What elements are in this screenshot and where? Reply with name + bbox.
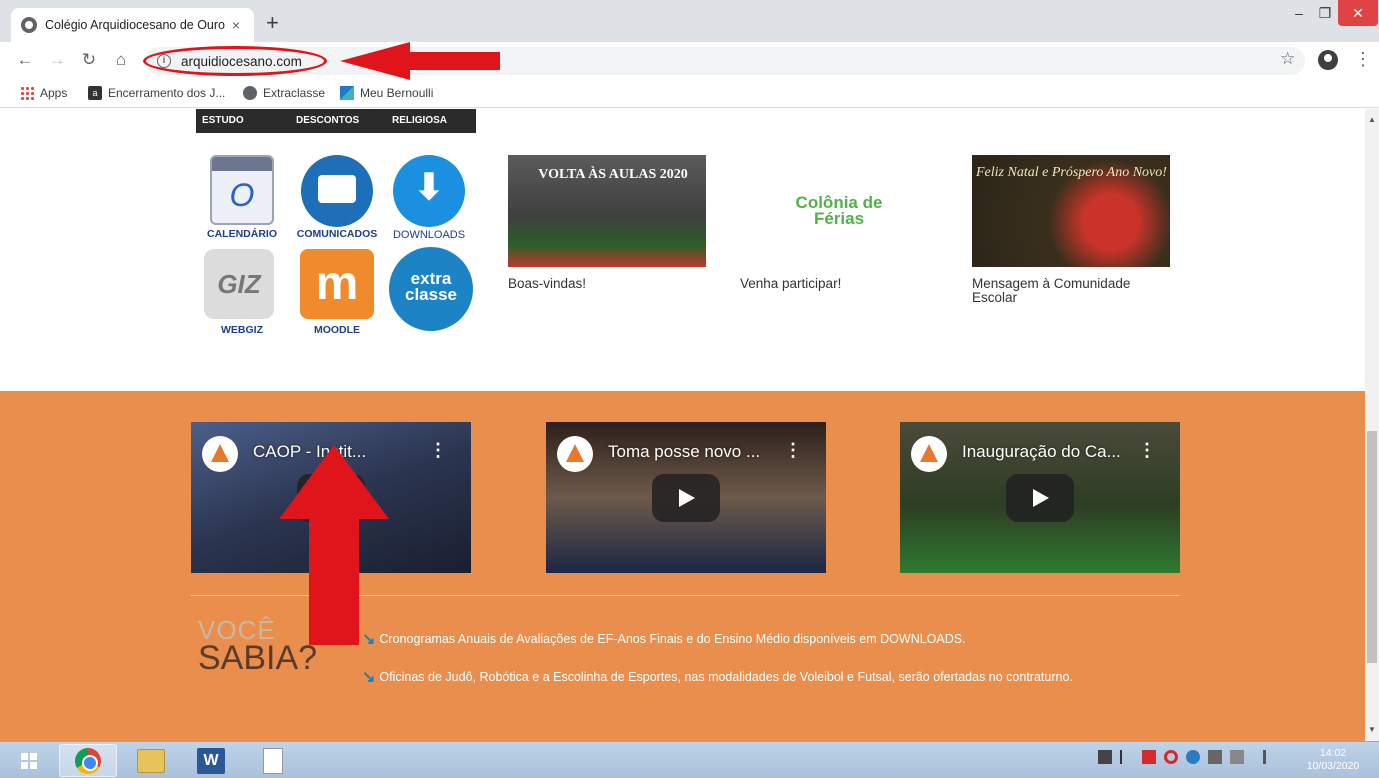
globe-icon	[21, 17, 37, 33]
bookmark-star-icon[interactable]: ☆	[1280, 49, 1295, 69]
video-menu-icon[interactable]: ⋮	[784, 440, 802, 461]
arrow-icon: ↘	[362, 669, 376, 686]
moodle-link[interactable]: MOODLE	[297, 324, 377, 336]
news-card[interactable]: Colônia de Férias Venha participar!	[740, 155, 938, 291]
moodle-icon[interactable]: m	[300, 249, 374, 319]
menu-estudo[interactable]: ESTUDO	[202, 115, 244, 126]
news-caption[interactable]: Boas-vindas!	[508, 277, 706, 291]
webgiz-link[interactable]: WEBGIZ	[202, 324, 282, 336]
comunicados-link[interactable]: COMUNICADOS	[290, 228, 384, 240]
menu-religiosa[interactable]: RELIGIOSA	[392, 115, 447, 126]
globe-icon	[243, 86, 257, 100]
video-title[interactable]: Inauguração do Ca...	[962, 442, 1121, 462]
clock[interactable]: 14:02 10/03/2020	[1300, 747, 1366, 773]
video-embed[interactable]: Inauguração do Ca... ⋮	[900, 422, 1180, 573]
tip-item[interactable]: ↘ Oficinas de Judô, Robótica e a Escolin…	[362, 667, 1073, 687]
profile-icon[interactable]	[1318, 50, 1338, 70]
top-menu-strip: ESTUDO DESCONTOS RELIGIOSA	[196, 109, 476, 133]
scroll-thumb[interactable]	[1367, 431, 1377, 663]
system-tray	[1098, 750, 1266, 764]
bookmark-meu-bernoulli[interactable]: Meu Bernoulli	[340, 86, 433, 100]
minimize-button[interactable]: –	[1286, 0, 1312, 26]
browser-tab[interactable]: Colégio Arquidiocesano de Ouro ×	[11, 8, 254, 42]
scroll-up-icon[interactable]: ▲	[1368, 115, 1376, 124]
taskbar-explorer[interactable]	[124, 744, 178, 777]
b-app-icon[interactable]	[1142, 750, 1156, 764]
news-caption[interactable]: Mensagem à Comunidade Escolar	[972, 277, 1170, 305]
play-button[interactable]	[652, 474, 720, 522]
downloads-link[interactable]: DOWNLOADS	[385, 229, 473, 241]
comunicados-icon[interactable]	[301, 155, 373, 227]
browser-menu-icon[interactable]: ⋮	[1354, 49, 1372, 70]
opera-icon[interactable]	[1164, 750, 1178, 764]
maximize-button[interactable]: ❐	[1312, 0, 1338, 26]
taskbar-file[interactable]	[246, 744, 300, 777]
play-button[interactable]	[1006, 474, 1074, 522]
battery-icon[interactable]	[1208, 750, 1222, 764]
page-scrollbar[interactable]: ▲ ▼	[1365, 109, 1379, 741]
screen: Colégio Arquidiocesano de Ouro × + – ❐ ✕…	[0, 0, 1379, 778]
red-arrow-up-annotation	[279, 445, 389, 645]
video-menu-icon[interactable]: ⋮	[1138, 440, 1156, 461]
bookmark-apps[interactable]: Apps	[20, 86, 67, 100]
browser-tab-strip: Colégio Arquidiocesano de Ouro × + – ❐ ✕	[0, 0, 1379, 42]
video-embed[interactable]: Toma posse novo ... ⋮	[546, 422, 826, 573]
webgiz-icon[interactable]: GIZ	[204, 249, 274, 319]
home-button[interactable]: ⌂	[110, 50, 132, 70]
news-card[interactable]: VOLTA ÀS AULAS 2020 Boas-vindas!	[508, 155, 706, 291]
channel-logo[interactable]	[911, 436, 947, 472]
channel-logo[interactable]	[557, 436, 593, 472]
close-window-button[interactable]: ✕	[1338, 0, 1378, 26]
file-icon	[263, 747, 283, 774]
news-image[interactable]: VOLTA ÀS AULAS 2020	[508, 155, 706, 267]
web-page: ESTUDO DESCONTOS RELIGIOSA O CALENDÁRIO …	[0, 109, 1365, 741]
video-menu-icon[interactable]: ⋮	[429, 440, 447, 461]
volume-icon[interactable]	[1252, 750, 1266, 764]
windows-taskbar: W 14:02 10/03/2020	[0, 741, 1379, 778]
chrome-icon	[75, 747, 101, 774]
news-card[interactable]: Feliz Natal e Próspero Ano Novo! Mensage…	[972, 155, 1170, 305]
news-image[interactable]: Feliz Natal e Próspero Ano Novo!	[972, 155, 1170, 267]
start-button[interactable]	[6, 744, 52, 777]
calendario-link[interactable]: CALENDÁRIO	[202, 228, 282, 240]
tab-title: Colégio Arquidiocesano de Ouro	[45, 18, 225, 32]
taskbar-chrome[interactable]	[59, 744, 117, 777]
bernoulli-icon	[340, 86, 354, 100]
bookmarks-bar: Apps a Encerramento dos J... Extraclasse…	[0, 80, 1379, 108]
network-app-icon[interactable]	[1186, 750, 1200, 764]
forward-button[interactable]: →	[46, 50, 68, 70]
a-icon: a	[88, 86, 102, 100]
extraclasse-icon[interactable]: extra classe	[389, 247, 473, 331]
scroll-down-icon[interactable]: ▼	[1368, 725, 1376, 734]
network-icon[interactable]	[1230, 750, 1244, 764]
folder-icon	[137, 748, 165, 773]
keyboard-icon[interactable]	[1098, 750, 1112, 764]
tab-close-button[interactable]: ×	[228, 17, 244, 33]
orange-section: CAOP - Instit... ⋮ Toma posse novo ... ⋮…	[0, 391, 1365, 741]
video-title[interactable]: Toma posse novo ...	[608, 442, 760, 462]
word-icon: W	[197, 747, 225, 774]
tip-item[interactable]: ↘ Cronogramas Anuais de Avaliações de EF…	[362, 629, 966, 649]
calendar-icon[interactable]: O	[210, 155, 274, 225]
taskbar-word[interactable]: W	[184, 744, 238, 777]
new-tab-button[interactable]: +	[266, 12, 279, 34]
bookmark-encerramento[interactable]: a Encerramento dos J...	[88, 86, 225, 100]
news-caption[interactable]: Venha participar!	[740, 277, 938, 291]
url-annotation-circle	[143, 46, 327, 76]
back-button[interactable]: ←	[14, 50, 36, 70]
flag-icon[interactable]	[1120, 750, 1134, 764]
download-icon[interactable]: ⬇	[393, 155, 465, 227]
channel-logo[interactable]	[202, 436, 238, 472]
reload-button[interactable]: ↻	[78, 50, 100, 70]
bookmark-extraclasse[interactable]: Extraclasse	[243, 86, 325, 100]
red-arrow-left-annotation	[340, 42, 500, 80]
apps-icon	[20, 86, 34, 100]
menu-descontos[interactable]: DESCONTOS	[296, 115, 359, 126]
news-image[interactable]: Colônia de Férias	[740, 155, 938, 267]
